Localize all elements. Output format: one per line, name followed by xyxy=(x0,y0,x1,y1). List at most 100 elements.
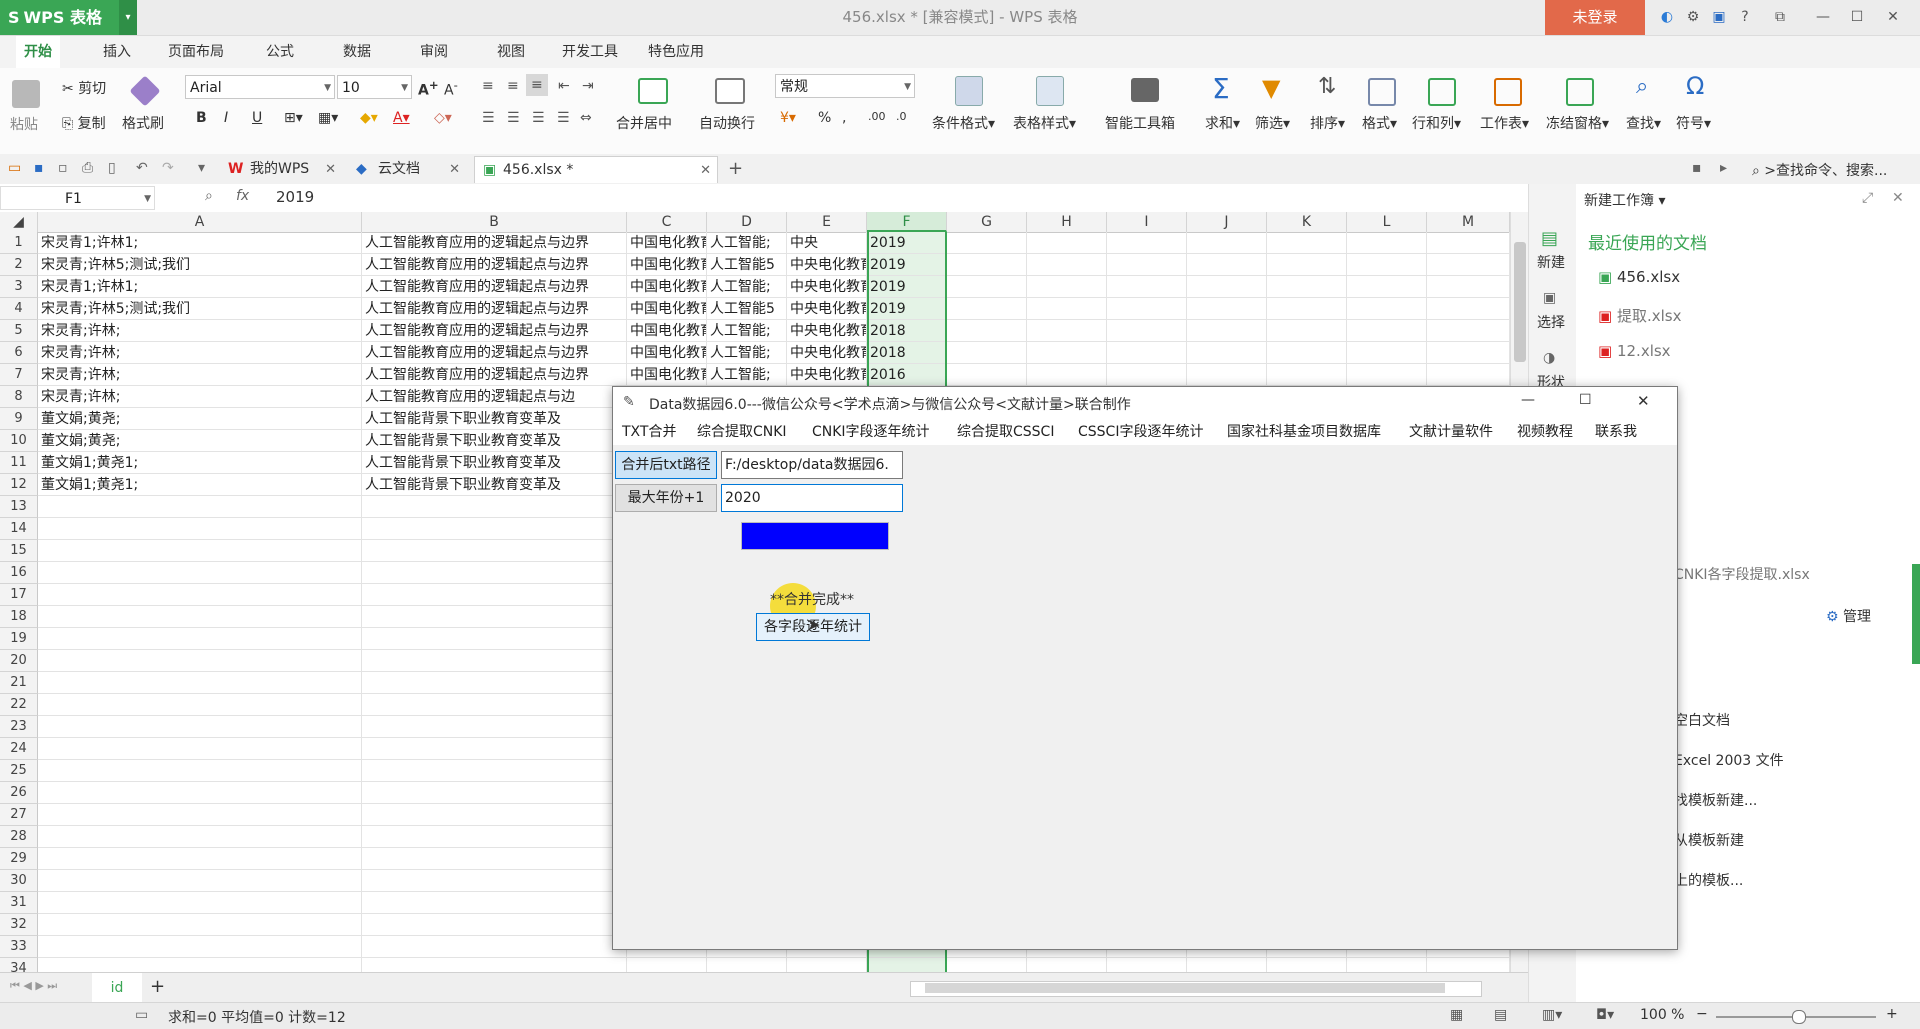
zoom-slider[interactable] xyxy=(1716,1010,1876,1024)
table-cell[interactable] xyxy=(787,958,867,972)
table-cell[interactable] xyxy=(1107,276,1187,298)
row-header[interactable]: 18 xyxy=(0,606,38,628)
row-col-button[interactable]: 行和列▾ xyxy=(1412,113,1461,133)
table-cell[interactable] xyxy=(1187,298,1267,320)
tab-insert[interactable]: 插入 xyxy=(95,36,139,68)
conditional-format-button[interactable]: 条件格式▾ xyxy=(932,113,995,133)
merge-border-icon[interactable]: ▦▾ xyxy=(318,110,338,126)
increase-decimal-icon[interactable]: .00 xyxy=(868,110,886,123)
table-cell[interactable] xyxy=(362,936,627,958)
merged-txt-path-button[interactable]: 合并后txt路径 xyxy=(615,451,717,479)
row-header[interactable]: 13 xyxy=(0,496,38,518)
tab-page-layout[interactable]: 页面布局 xyxy=(160,36,232,68)
menu-bibliometric-software[interactable]: 文献计量软件 xyxy=(1409,419,1493,445)
table-cell[interactable]: 宋灵青;许林; xyxy=(38,342,362,364)
fx-button[interactable]: fx xyxy=(236,188,249,204)
table-cell[interactable] xyxy=(362,782,627,804)
table-cell[interactable]: 人工智能; xyxy=(707,320,787,342)
sort-icon[interactable]: ⇅ xyxy=(1318,74,1336,99)
row-header[interactable]: 20 xyxy=(0,650,38,672)
align-left-icon[interactable]: ☰ xyxy=(482,110,495,126)
align-top-icon[interactable]: ≡ xyxy=(482,78,494,94)
grow-font-icon[interactable]: A+ xyxy=(418,78,439,99)
table-cell[interactable] xyxy=(1027,276,1107,298)
table-cell[interactable] xyxy=(947,254,1027,276)
online-template-link[interactable]: 上的模板... xyxy=(1674,870,1743,890)
justify-icon[interactable]: ☰ xyxy=(557,110,570,126)
table-cell[interactable] xyxy=(1347,364,1427,386)
add-sheet-button[interactable]: + xyxy=(150,976,165,997)
format-button[interactable]: 格式▾ xyxy=(1362,113,1397,133)
table-cell[interactable]: 人工智能; xyxy=(707,342,787,364)
row-header[interactable]: 15 xyxy=(0,540,38,562)
tab-view[interactable]: 视图 xyxy=(489,36,533,68)
table-cell[interactable] xyxy=(1107,232,1187,254)
freeze-icon[interactable] xyxy=(1566,78,1594,106)
row-header[interactable]: 26 xyxy=(0,782,38,804)
table-cell[interactable] xyxy=(38,914,362,936)
align-right-icon[interactable]: ☰ xyxy=(532,110,545,126)
table-cell[interactable] xyxy=(362,738,627,760)
column-header-c[interactable]: C xyxy=(627,212,707,232)
column-header-k[interactable]: K xyxy=(1267,212,1347,232)
table-cell[interactable] xyxy=(1027,364,1107,386)
row-header[interactable]: 31 xyxy=(0,892,38,914)
table-cell[interactable] xyxy=(1107,342,1187,364)
panel-header[interactable]: 新建工作簿 ▾ xyxy=(1584,190,1665,210)
find-template-link[interactable]: 找模板新建... xyxy=(1674,790,1757,810)
row-header[interactable]: 14 xyxy=(0,518,38,540)
menu-extract-cnki[interactable]: 综合提取CNKI xyxy=(697,419,787,445)
table-cell[interactable] xyxy=(1187,364,1267,386)
table-cell[interactable] xyxy=(1267,320,1347,342)
italic-button[interactable]: I xyxy=(224,110,228,126)
table-cell[interactable] xyxy=(947,320,1027,342)
help-icon[interactable]: ? xyxy=(1728,0,1762,35)
row-header[interactable]: 21 xyxy=(0,672,38,694)
table-cell[interactable] xyxy=(38,782,362,804)
chevron-down-icon[interactable]: ▾ xyxy=(119,0,137,35)
table-cell[interactable] xyxy=(362,672,627,694)
table-cell[interactable]: 中央电化教育 xyxy=(787,276,867,298)
thousands-icon[interactable]: , xyxy=(842,110,846,126)
table-cell[interactable]: 人工智能; xyxy=(707,276,787,298)
table-cell[interactable]: 中央电化教育 xyxy=(787,342,867,364)
table-cell[interactable] xyxy=(38,518,362,540)
table-cell[interactable]: 中国电化教育 xyxy=(627,276,707,298)
table-cell[interactable]: 中国电化教育 xyxy=(627,254,707,276)
table-cell[interactable] xyxy=(1347,298,1427,320)
table-cell[interactable] xyxy=(362,496,627,518)
row-header[interactable]: 25 xyxy=(0,760,38,782)
row-header[interactable]: 16 xyxy=(0,562,38,584)
shrink-font-icon[interactable]: A- xyxy=(444,78,458,99)
table-cell[interactable]: 中央 xyxy=(787,232,867,254)
merge-center-button[interactable]: 合并居中 xyxy=(616,113,672,133)
merged-txt-path-input[interactable]: F:/desktop/data数据园6. xyxy=(721,451,903,479)
table-cell[interactable] xyxy=(1187,958,1267,972)
column-header-g[interactable]: G xyxy=(947,212,1027,232)
table-cell[interactable]: 人工智能教育应用的逻辑起点与边 xyxy=(362,386,627,408)
table-cell[interactable] xyxy=(947,364,1027,386)
table-cell[interactable] xyxy=(362,716,627,738)
table-cell[interactable] xyxy=(1107,298,1187,320)
column-header-f[interactable]: F xyxy=(867,212,947,232)
menu-cssci-yearly[interactable]: CSSCI字段逐年统计 xyxy=(1078,419,1203,445)
table-cell[interactable] xyxy=(362,518,627,540)
horizontal-scrollbar[interactable] xyxy=(910,981,1482,997)
share-icon[interactable]: ▸ xyxy=(1720,160,1727,176)
table-cell[interactable] xyxy=(1107,320,1187,342)
table-cell[interactable]: 2019 xyxy=(867,298,947,320)
table-cell[interactable] xyxy=(1027,298,1107,320)
table-cell[interactable] xyxy=(1027,232,1107,254)
bold-button[interactable]: B xyxy=(196,110,207,126)
save-icon[interactable]: ▪ xyxy=(34,160,44,176)
macro-icon[interactable]: ▭ xyxy=(135,1007,148,1023)
table-cell[interactable] xyxy=(1267,958,1347,972)
tab-developer[interactable]: 开发工具 xyxy=(554,36,626,68)
close-tab-icon[interactable]: ✕ xyxy=(449,156,460,183)
table-cell[interactable]: 宋灵青1;许林1; xyxy=(38,232,362,254)
worksheet-icon[interactable] xyxy=(1494,78,1522,106)
font-size-select[interactable]: 10 ▼ xyxy=(337,75,412,99)
login-button[interactable]: 未登录 xyxy=(1545,0,1645,35)
table-cell[interactable] xyxy=(38,496,362,518)
sum-icon[interactable]: Σ xyxy=(1212,72,1230,105)
